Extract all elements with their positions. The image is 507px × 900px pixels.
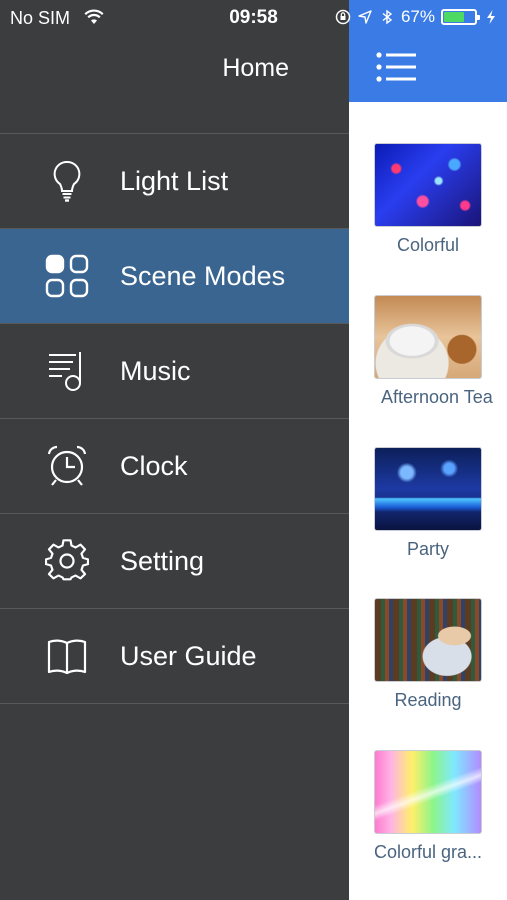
scene-party[interactable]: Party: [349, 447, 507, 560]
menu-label: Clock: [120, 450, 188, 481]
battery-percent: 67%: [400, 7, 435, 26]
menu-label: Music: [120, 355, 191, 386]
menu-label: Scene Modes: [120, 260, 286, 291]
menu-label: User Guide: [120, 640, 257, 671]
scene-reading[interactable]: Reading: [349, 598, 507, 711]
battery-level: [444, 12, 465, 22]
charging-icon: [487, 10, 495, 24]
menu-item-light-list[interactable]: Light List: [0, 134, 349, 229]
scene-thumbnail: [374, 295, 482, 379]
scene-label: Colorful gra...: [373, 842, 483, 862]
menu-item-clock[interactable]: Clock: [0, 419, 349, 514]
menu-item-scene-modes[interactable]: Scene Modes: [0, 229, 349, 324]
menu-item-music[interactable]: Music: [0, 324, 349, 419]
drawer-menu: Light List Scene Modes Music Clock Setti…: [0, 134, 349, 704]
scene-thumbnail: [374, 143, 482, 227]
book-icon: [44, 633, 90, 679]
scene-afternoon-tea[interactable]: Afternoon Tea: [349, 295, 507, 408]
hamburger-icon[interactable]: [375, 49, 417, 85]
gear-icon: [44, 538, 90, 584]
bluetooth-icon: [382, 9, 393, 25]
scene-label: Afternoon Tea: [381, 387, 493, 407]
navigation-drawer: Home Light List Scene Modes Music Clock …: [0, 0, 349, 900]
scene-colorful-gradient[interactable]: Colorful gra...: [349, 750, 507, 863]
scene-colorful[interactable]: Colorful: [349, 143, 507, 256]
music-list-icon: [44, 348, 90, 394]
scene-thumbnail: [374, 598, 482, 682]
grid-icon: [44, 253, 90, 299]
menu-item-user-guide[interactable]: User Guide: [0, 609, 349, 704]
scene-label: Reading: [394, 690, 462, 710]
menu-label: Light List: [120, 165, 229, 196]
orientation-lock-icon: [335, 9, 351, 25]
scene-label: Colorful: [396, 235, 460, 255]
status-right-cluster: 67%: [335, 7, 499, 27]
menu-label: Setting: [120, 545, 205, 576]
drawer-header: Home: [0, 36, 349, 134]
drawer-title[interactable]: Home: [222, 54, 289, 83]
scene-label: Party: [406, 539, 449, 559]
battery-icon: [441, 9, 480, 25]
battery-tip: [477, 15, 480, 20]
menu-item-setting[interactable]: Setting: [0, 514, 349, 609]
top-bar: [349, 36, 507, 102]
scene-modes-panel: Colorful Afternoon Tea Party Reading Col…: [349, 36, 507, 900]
scene-thumbnail: [374, 447, 482, 531]
lightbulb-icon: [44, 158, 90, 204]
status-bar: No SIM 09:58 67%: [0, 0, 507, 36]
location-icon: [358, 10, 372, 24]
scene-thumbnail: [374, 750, 482, 834]
alarm-clock-icon: [44, 443, 90, 489]
